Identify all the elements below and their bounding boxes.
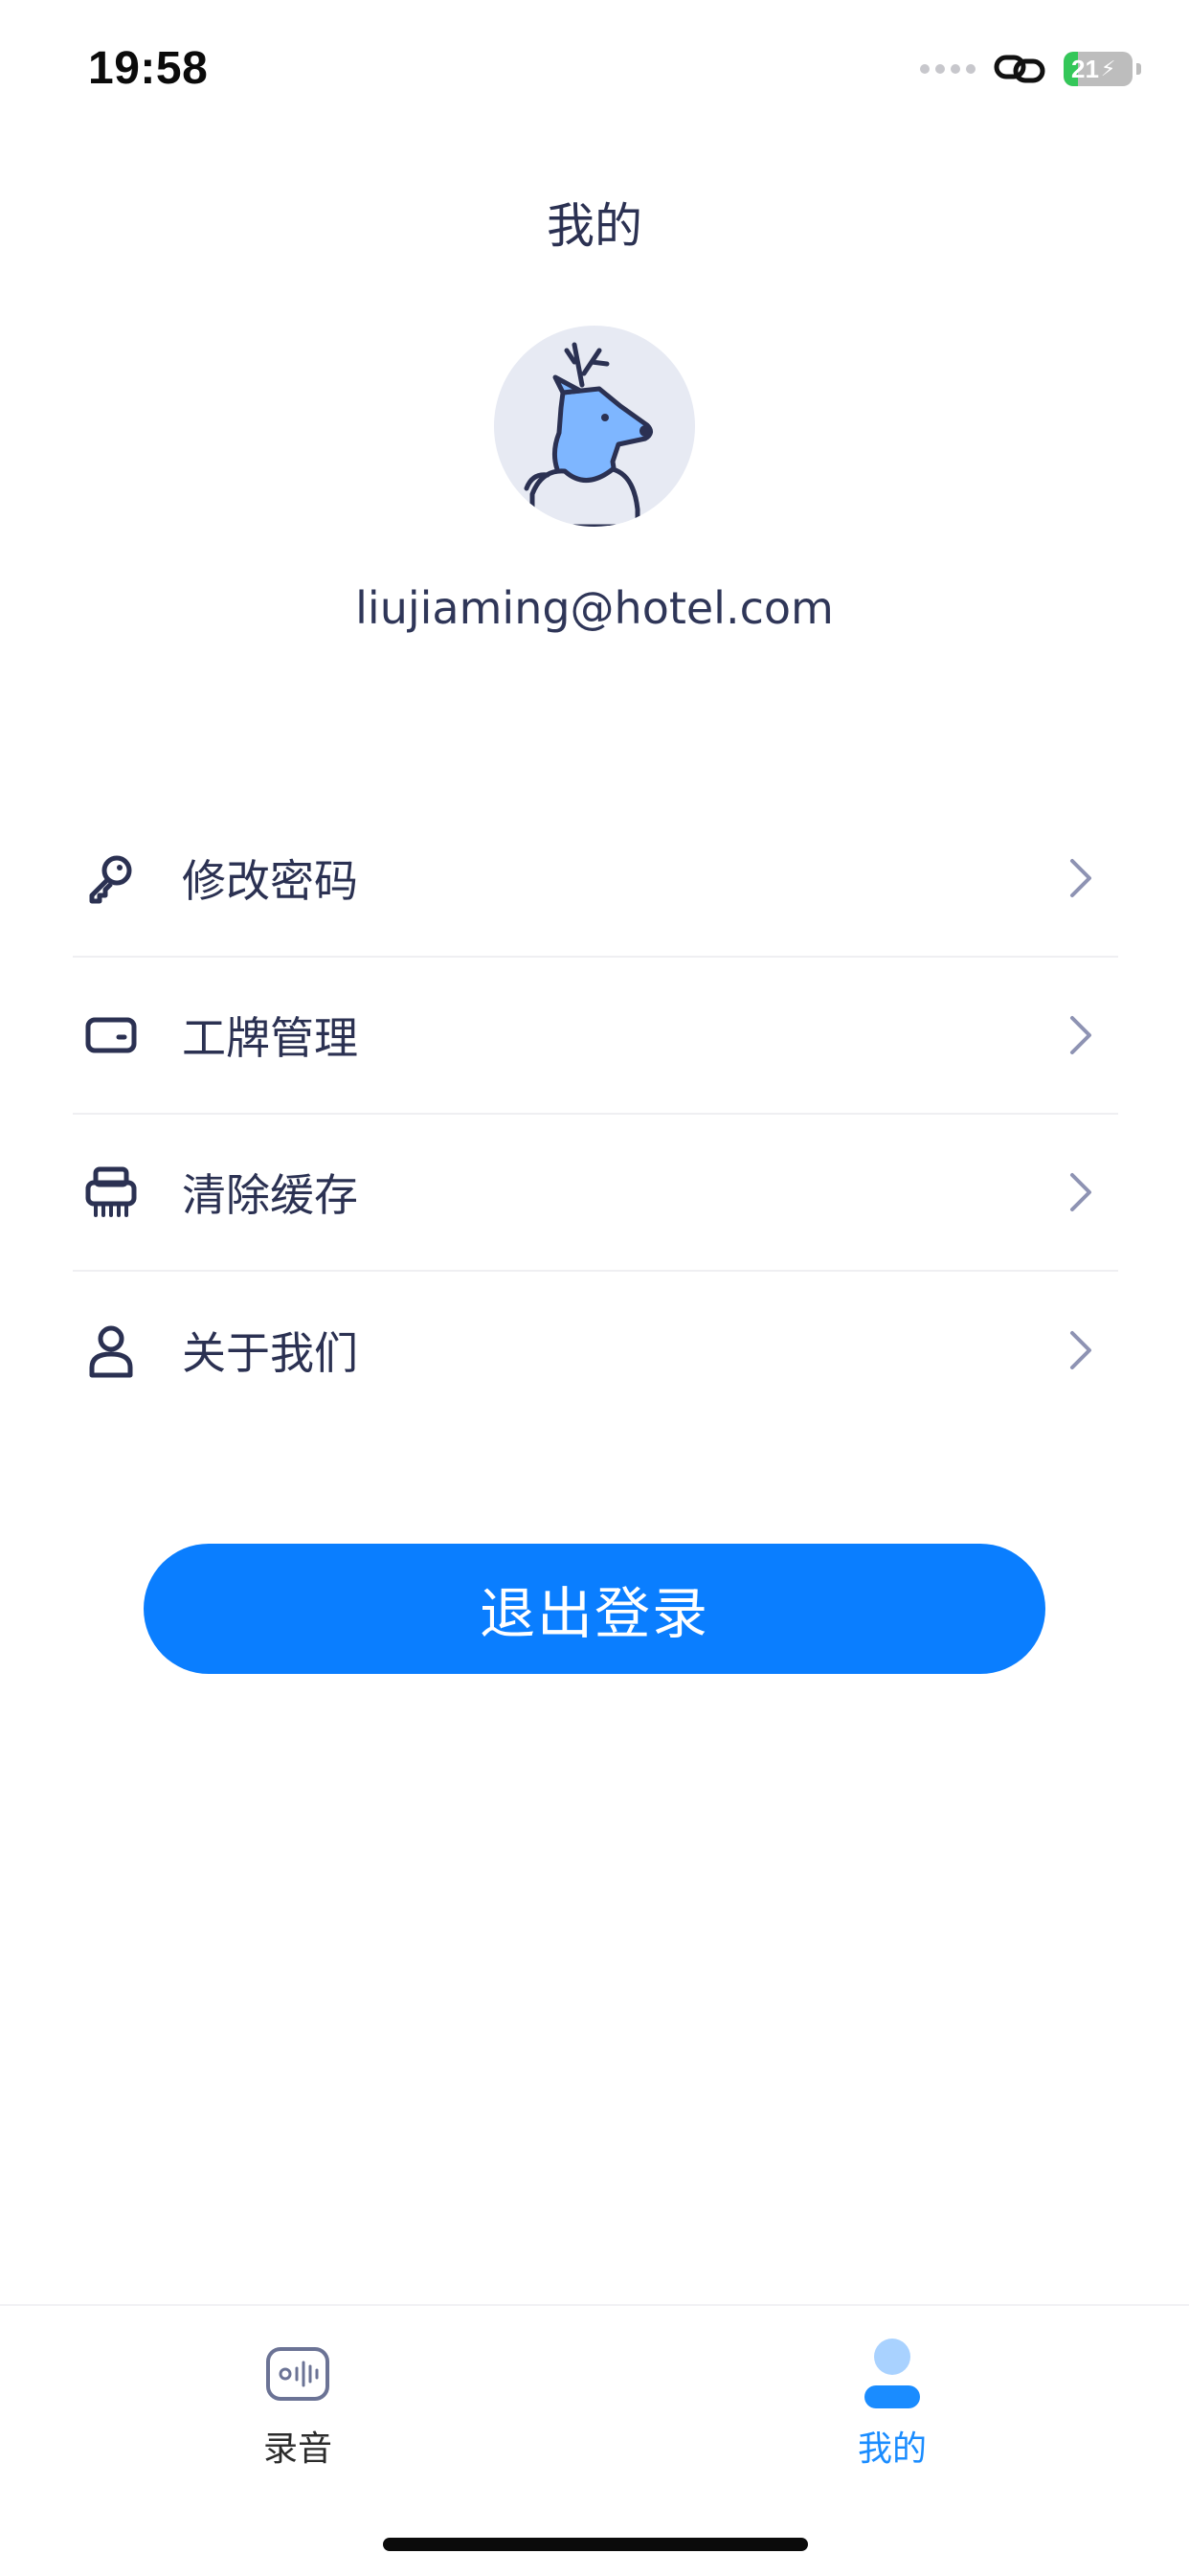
menu-item-label: 修改密码 — [182, 855, 358, 907]
page-title: 我的 — [547, 198, 642, 254]
menu-item-label: 工牌管理 — [182, 1012, 358, 1064]
status-bar: 19:58 21 ⚡ — [0, 0, 1189, 144]
tab-record[interactable]: 录音 — [106, 2306, 489, 2488]
tab-label: 我的 — [857, 2429, 927, 2469]
recording-icon — [264, 2340, 331, 2407]
chevron-right-icon — [1070, 1016, 1091, 1054]
chevron-right-icon — [1070, 1331, 1091, 1369]
user-icon — [82, 1322, 140, 1379]
battery-cap — [1136, 63, 1141, 75]
tab-label: 录音 — [262, 2429, 332, 2469]
menu-item-label: 关于我们 — [182, 1327, 358, 1379]
shredder-icon — [82, 1164, 140, 1221]
status-time: 19:58 — [88, 43, 209, 94]
deer-avatar-icon[interactable] — [494, 326, 695, 527]
signal-dots-icon — [920, 64, 976, 74]
battery-charging-icon: 21 ⚡ — [1064, 52, 1133, 86]
status-icons: 21 ⚡ — [920, 46, 1141, 92]
key-icon — [82, 849, 140, 907]
menu-item-clear-cache[interactable]: 清除缓存 — [73, 1115, 1118, 1272]
tab-bar: 录音 我的 — [0, 2304, 1189, 2576]
home-indicator[interactable] — [383, 2538, 808, 2551]
menu-item-badge-management[interactable]: 工牌管理 — [73, 958, 1118, 1115]
chevron-right-icon — [1070, 859, 1091, 897]
link-icon — [993, 52, 1046, 86]
bolt-icon: ⚡ — [1100, 56, 1116, 81]
settings-menu: 修改密码 工牌管理 清除缓存 关于我们 — [73, 801, 1118, 1429]
profile-icon — [859, 2339, 926, 2408]
tab-mine[interactable]: 我的 — [701, 2306, 1084, 2488]
battery-level: 21 — [1071, 54, 1099, 83]
wallet-icon — [82, 1006, 140, 1064]
menu-item-about-us[interactable]: 关于我们 — [73, 1272, 1118, 1429]
user-email: liujiaming@hotel.com — [355, 582, 834, 634]
logout-button[interactable]: 退出登录 — [144, 1544, 1045, 1674]
menu-item-label: 清除缓存 — [182, 1169, 358, 1221]
menu-item-change-password[interactable]: 修改密码 — [73, 801, 1118, 958]
chevron-right-icon — [1070, 1173, 1091, 1211]
